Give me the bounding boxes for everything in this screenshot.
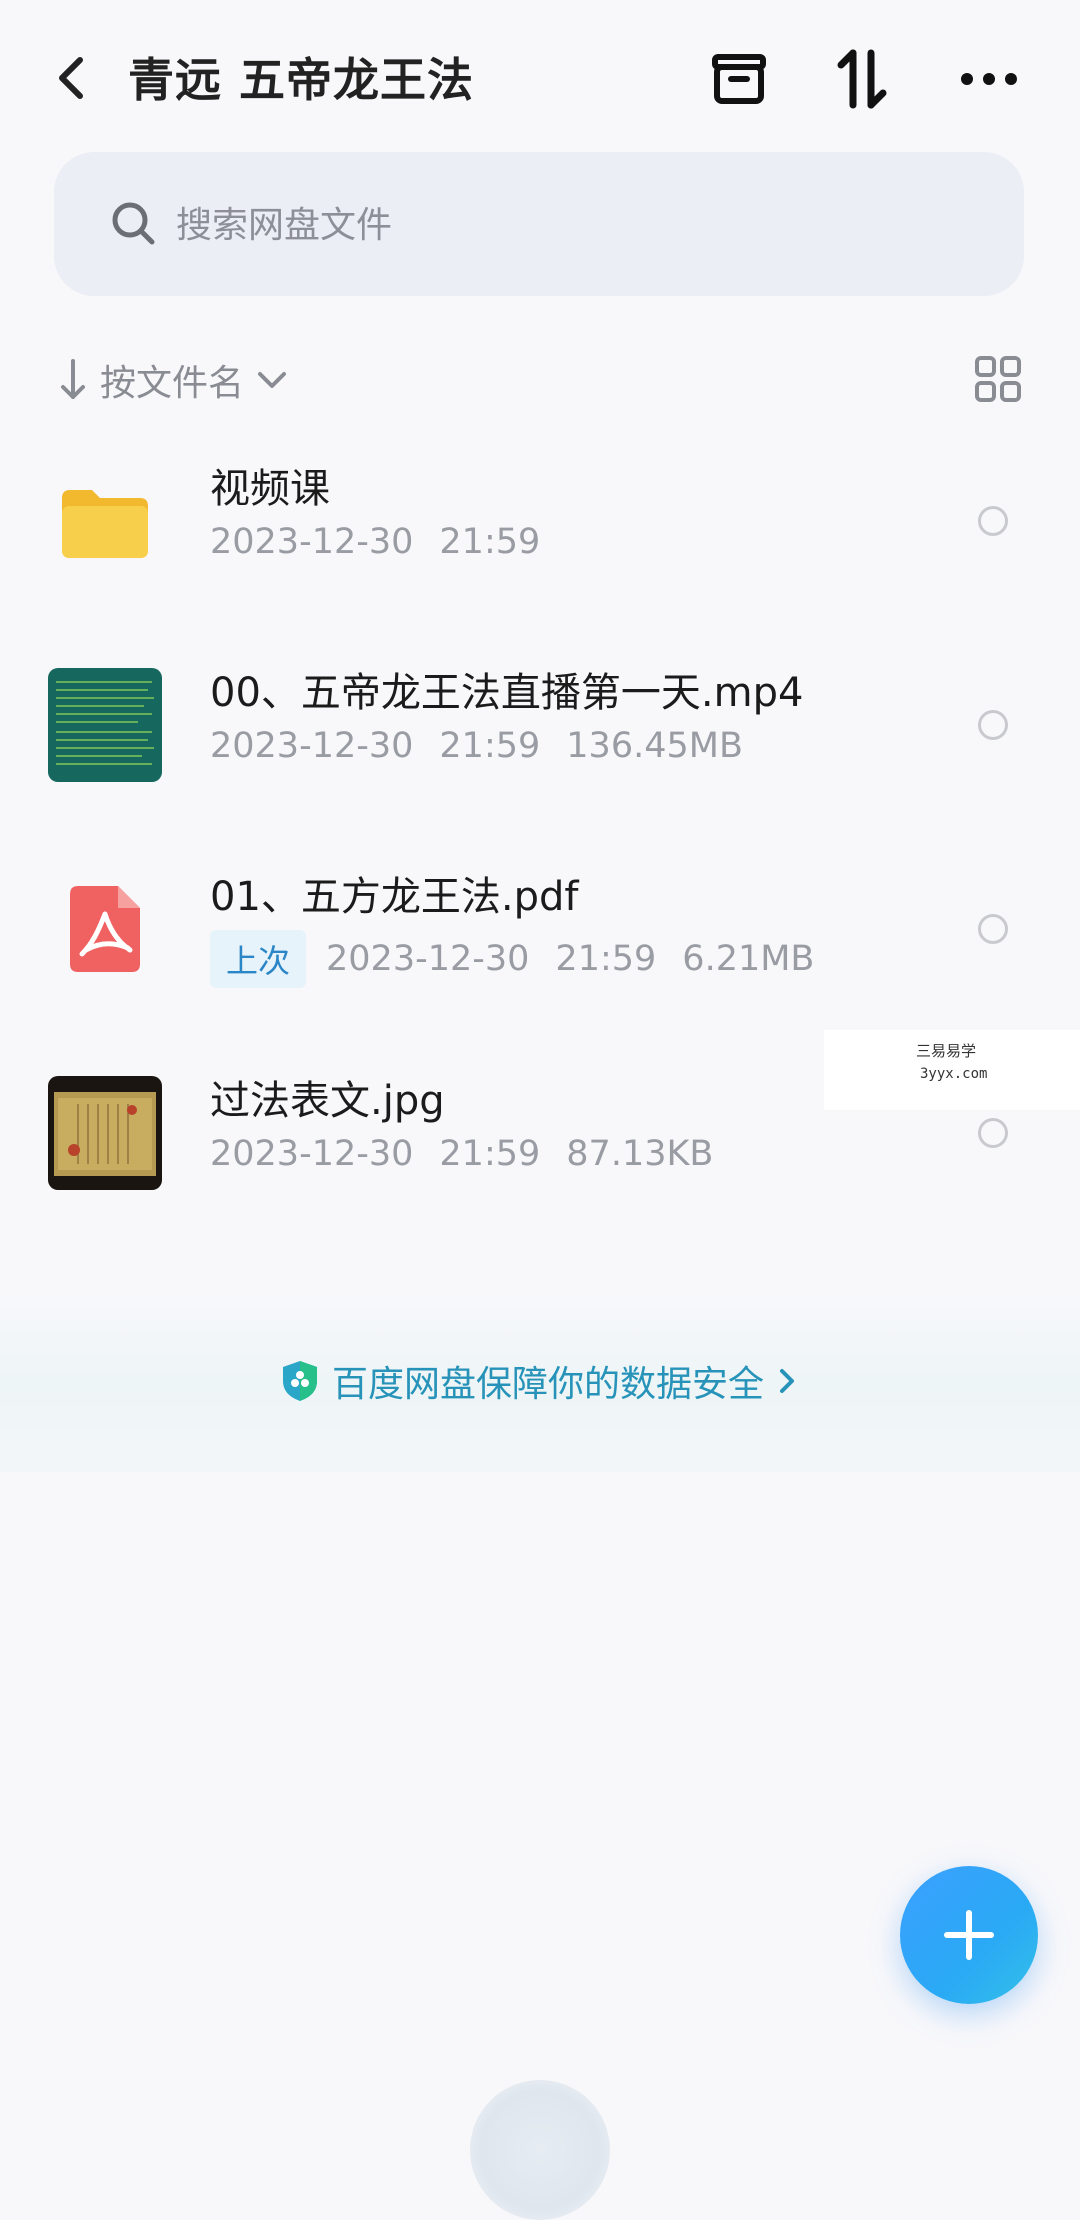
select-radio[interactable]: [978, 710, 1008, 740]
file-row-folder[interactable]: 视频课 2023-12-30 21:59: [0, 442, 1080, 602]
file-time: 21:59: [439, 1134, 541, 1174]
back-button[interactable]: [50, 48, 94, 108]
shield-icon: [282, 1361, 317, 1401]
file-size: 136.45MB: [566, 726, 743, 766]
file-meta: 2023-12-30 21:59: [210, 522, 566, 562]
file-date: 2023-12-30: [326, 939, 530, 979]
file-meta: 上次 2023-12-30 21:59 6.21MB: [210, 930, 840, 988]
folder-icon: [48, 464, 162, 578]
file-date: 2023-12-30: [210, 522, 414, 562]
file-name: 00、五帝龙王法直播第一天.mp4: [210, 670, 804, 716]
select-radio[interactable]: [978, 506, 1008, 536]
back-icon: [59, 57, 83, 99]
top-bar: 青远 五帝龙王法: [0, 0, 1080, 150]
video-thumbnail: [48, 668, 162, 782]
search-box[interactable]: [54, 152, 1024, 296]
sort-selector[interactable]: 按文件名: [58, 350, 288, 410]
file-size: 6.21MB: [682, 939, 815, 979]
watermark: 三易易学 3yyx.com: [824, 1030, 1080, 1110]
file-size: 87.13KB: [566, 1134, 714, 1174]
file-date: 2023-12-30: [210, 726, 414, 766]
file-name: 过法表文.jpg: [210, 1078, 445, 1124]
security-banner: 百度网盘保障你的数据安全: [0, 1290, 1080, 1472]
add-button[interactable]: [900, 1866, 1038, 2004]
sort-label: 按文件名: [100, 363, 245, 404]
page-title: 青远 五帝龙王法: [128, 53, 475, 107]
more-button[interactable]: [954, 44, 1024, 114]
select-radio[interactable]: [978, 914, 1008, 944]
image-thumbnail: [48, 1076, 162, 1190]
sort-icon: [837, 49, 887, 109]
pdf-icon: [48, 872, 162, 986]
archive-button[interactable]: [704, 44, 774, 114]
file-time: 21:59: [439, 522, 541, 562]
select-radio[interactable]: [978, 1118, 1008, 1148]
file-time: 21:59: [439, 726, 541, 766]
chevron-down-icon: [258, 372, 287, 388]
last-opened-badge: 上次: [210, 930, 307, 988]
file-row-pdf[interactable]: 01、五方龙王法.pdf 上次 2023-12-30 21:59 6.21MB: [0, 850, 1080, 1010]
plus-icon: [944, 1910, 994, 1960]
grid-view-button[interactable]: [974, 355, 1022, 403]
security-text: 百度网盘保障你的数据安全: [331, 1364, 764, 1405]
watermark-url: 3yyx.com: [920, 1066, 988, 1082]
file-time: 21:59: [555, 939, 657, 979]
file-row-video[interactable]: 00、五帝龙王法直播第一天.mp4 2023-12-30 21:59 136.4…: [0, 646, 1080, 806]
search-icon: [112, 202, 155, 245]
file-name: 视频课: [210, 466, 330, 512]
watermark-title: 三易易学: [916, 1042, 977, 1060]
chevron-right-icon: [780, 1369, 794, 1393]
security-link[interactable]: 百度网盘保障你的数据安全: [0, 1290, 1080, 1472]
bottom-floating-orb[interactable]: [470, 2080, 610, 2220]
file-meta: 2023-12-30 21:59 87.13KB: [210, 1134, 739, 1174]
arrow-down-icon: [61, 359, 85, 399]
file-meta: 2023-12-30 21:59 136.45MB: [210, 726, 769, 766]
archive-icon: [712, 54, 766, 104]
transfer-button[interactable]: [828, 44, 898, 114]
search-input[interactable]: [174, 194, 878, 256]
more-icon: [961, 73, 1017, 85]
file-name: 01、五方龙王法.pdf: [210, 874, 579, 920]
file-date: 2023-12-30: [210, 1134, 414, 1174]
grid-icon: [975, 356, 1021, 402]
